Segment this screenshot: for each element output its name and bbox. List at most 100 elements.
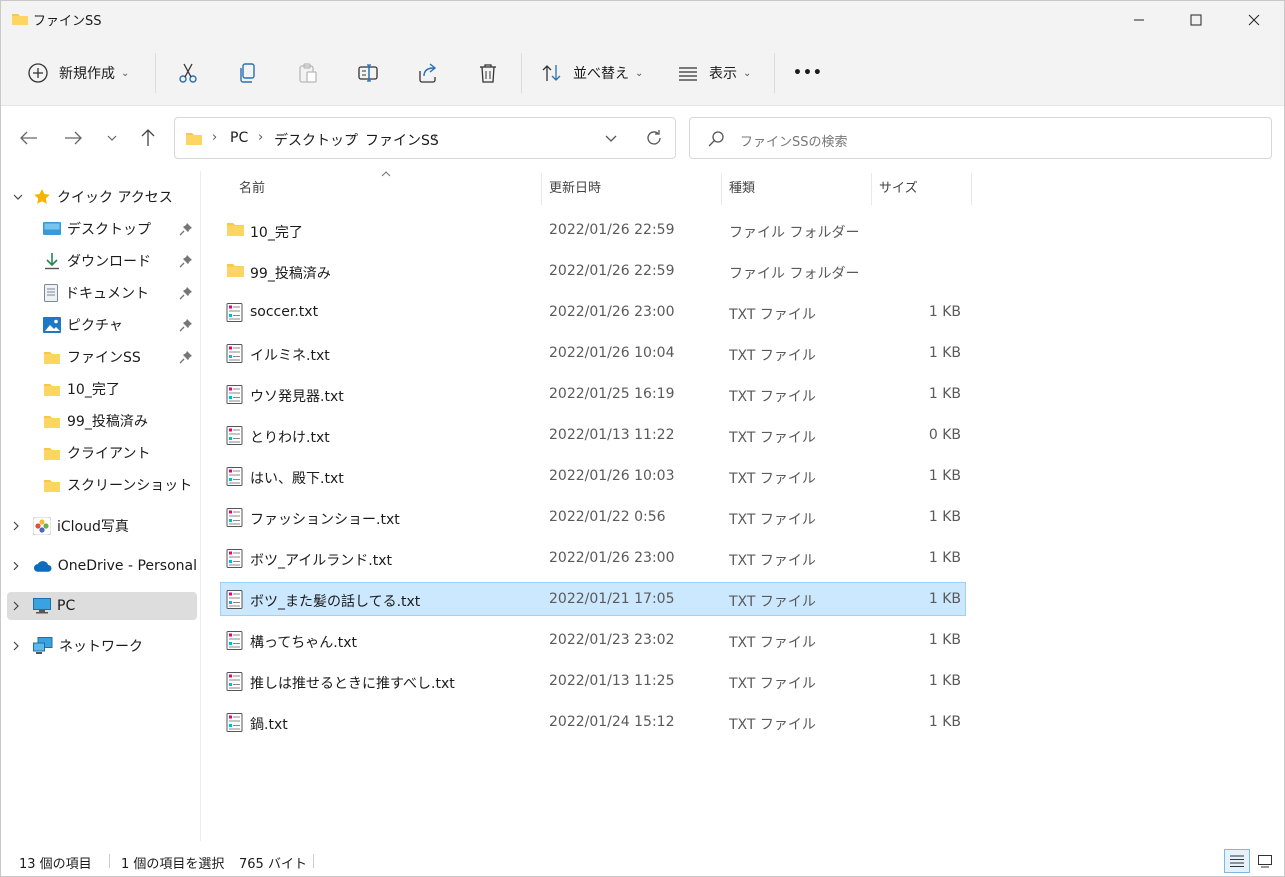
rename-button[interactable] [357, 53, 379, 93]
file-row[interactable]: ウソ発見器.txt 2022/01/25 16:19 TXT ファイル 1 KB [220, 377, 966, 411]
sort-icon [542, 65, 561, 81]
folder-icon [44, 415, 60, 428]
sidebar-item-pictures[interactable]: ピクチャ [7, 311, 197, 339]
forward-button[interactable] [58, 123, 88, 153]
chevron-right-icon [13, 561, 19, 571]
search-box[interactable]: ファインSSの検索 [689, 117, 1272, 159]
file-date: 2022/01/26 10:04 [549, 345, 675, 361]
sidebar-item-label: ドキュメント [65, 286, 149, 302]
column-header-type[interactable]: 種類 [729, 177, 755, 201]
folder-icon [44, 351, 60, 364]
text-file-icon [226, 303, 243, 322]
back-button[interactable] [14, 123, 44, 153]
file-row[interactable]: 10_完了 2022/01/26 22:59 ファイル フォルダー [220, 213, 966, 247]
details-view-button[interactable] [1224, 849, 1250, 873]
search-input[interactable]: ファインSSの検索 [740, 131, 848, 150]
divider [109, 854, 110, 868]
folder-icon [186, 133, 202, 145]
file-name: イルミネ.txt [250, 348, 330, 364]
share-button[interactable] [417, 53, 439, 93]
maximize-icon [1190, 14, 1202, 26]
recent-locations-button[interactable] [97, 123, 127, 153]
file-row[interactable]: soccer.txt 2022/01/26 23:00 TXT ファイル 1 KB [220, 295, 966, 329]
file-size: 1 KB [928, 673, 961, 689]
copy-button[interactable] [237, 53, 259, 93]
sidebar-item-label: ネットワーク [59, 639, 143, 655]
sidebar-item-99-posted[interactable]: 99_投稿済み [7, 407, 197, 435]
search-icon [708, 131, 724, 147]
refresh-icon[interactable] [645, 129, 663, 147]
sidebar-item-documents[interactable]: ドキュメント [7, 279, 197, 307]
file-size: 1 KB [928, 632, 961, 648]
file-row[interactable]: 鍋.txt 2022/01/24 15:12 TXT ファイル 1 KB [220, 705, 966, 739]
sidebar-item-10-done[interactable]: 10_完了 [7, 375, 197, 403]
sidebar-item-label: OneDrive - Personal [57, 558, 197, 574]
copy-icon [240, 63, 255, 83]
file-name: とりわけ.txt [250, 430, 330, 446]
sidebar-quick-access[interactable]: クイック アクセス [7, 183, 197, 211]
column-divider[interactable] [971, 173, 972, 205]
chevron-down-icon[interactable] [605, 135, 617, 142]
text-file-icon [226, 426, 243, 445]
file-type: TXT ファイル [729, 553, 816, 569]
more-button[interactable]: ••• [793, 53, 823, 93]
up-button[interactable] [133, 123, 163, 153]
sidebar-item-icloud-photos[interactable]: iCloud写真 [7, 512, 197, 540]
file-row[interactable]: ボツ_アイルランド.txt 2022/01/26 23:00 TXT ファイル 1 K… [220, 541, 966, 575]
maximize-button[interactable] [1167, 1, 1225, 39]
sort-label: 並べ替え [573, 66, 629, 82]
trash-icon [480, 64, 496, 83]
column-header-size[interactable]: サイズ [879, 177, 918, 201]
command-bar: 新規作成 ⌄ 並べ替え ⌄ 表示 ⌄ ••• [1, 39, 1284, 106]
cut-button[interactable] [177, 53, 199, 93]
file-row[interactable]: ファッションショー.txt 2022/01/22 0:56 TXT ファイル 1 KB [220, 500, 966, 534]
delete-button[interactable] [477, 53, 499, 93]
sidebar-item-pc[interactable]: PC [7, 592, 197, 620]
sidebar-item-network[interactable]: ネットワーク [7, 632, 197, 660]
file-name: ウソ発見器.txt [250, 389, 344, 405]
file-row[interactable]: 推しは推せるときに推すべし.txt 2022/01/13 11:25 TXT ファイ… [220, 664, 966, 698]
divider [774, 53, 775, 93]
view-button[interactable]: 表示 ⌄ [677, 53, 751, 93]
file-row[interactable]: イルミネ.txt 2022/01/26 10:04 TXT ファイル 1 KB [220, 336, 966, 370]
new-button[interactable]: 新規作成 ⌄ [27, 53, 129, 93]
sidebar-item-fine-ss[interactable]: ファインSS [7, 343, 197, 371]
sidebar-item-desktop[interactable]: デスクトップ [7, 215, 197, 243]
close-button[interactable] [1225, 1, 1283, 39]
large-icons-view-icon [1258, 854, 1272, 867]
selection-count: 1 個の項目を選択 [121, 857, 225, 872]
file-type: TXT ファイル [729, 348, 816, 364]
sidebar-item-downloads[interactable]: ダウンロード [7, 247, 197, 275]
folder-icon [227, 223, 244, 236]
column-divider[interactable] [721, 173, 722, 205]
column-header-date[interactable]: 更新日時 [549, 177, 601, 201]
breadcrumb-desktop[interactable]: デスクトップ [274, 130, 358, 150]
sidebar-item-client[interactable]: クライアント [7, 439, 197, 467]
file-date: 2022/01/13 11:22 [549, 427, 675, 443]
document-icon [44, 284, 58, 302]
file-size: 1 KB [928, 304, 961, 320]
download-icon [45, 253, 59, 270]
sidebar-item-screenshots[interactable]: スクリーンショット [7, 471, 197, 499]
large-icons-view-button[interactable] [1252, 849, 1278, 873]
text-file-icon [226, 467, 243, 486]
file-row[interactable]: 構ってちゃん.txt 2022/01/23 23:02 TXT ファイル 1 KB [220, 623, 966, 657]
selection-size: 765 バイト [239, 857, 307, 872]
file-row[interactable]: ボツ_また髪の話してる.txt 2022/01/21 17:05 TXT ファイル 1… [220, 582, 966, 616]
address-bar[interactable]: › PC › デスクトップ › ファインSS › [174, 117, 676, 159]
close-icon [1248, 14, 1260, 26]
file-date: 2022/01/26 23:00 [549, 550, 675, 566]
paste-button[interactable] [297, 53, 319, 93]
column-header-name[interactable]: 名前 [239, 177, 265, 201]
file-row[interactable]: 99_投稿済み 2022/01/26 22:59 ファイル フォルダー [220, 254, 966, 288]
star-icon [34, 189, 50, 204]
file-row[interactable]: はい、殿下.txt 2022/01/26 10:03 TXT ファイル 1 KB [220, 459, 966, 493]
column-divider[interactable] [871, 173, 872, 205]
sidebar-item-onedrive[interactable]: OneDrive - Personal [7, 552, 197, 580]
sort-button[interactable]: 並べ替え ⌄ [541, 53, 643, 93]
column-divider[interactable] [541, 173, 542, 205]
breadcrumb-current[interactable]: ファインSS [365, 130, 439, 150]
file-row[interactable]: とりわけ.txt 2022/01/13 11:22 TXT ファイル 0 KB [220, 418, 966, 452]
breadcrumb-pc[interactable]: PC [230, 130, 248, 146]
minimize-button[interactable] [1110, 1, 1168, 39]
